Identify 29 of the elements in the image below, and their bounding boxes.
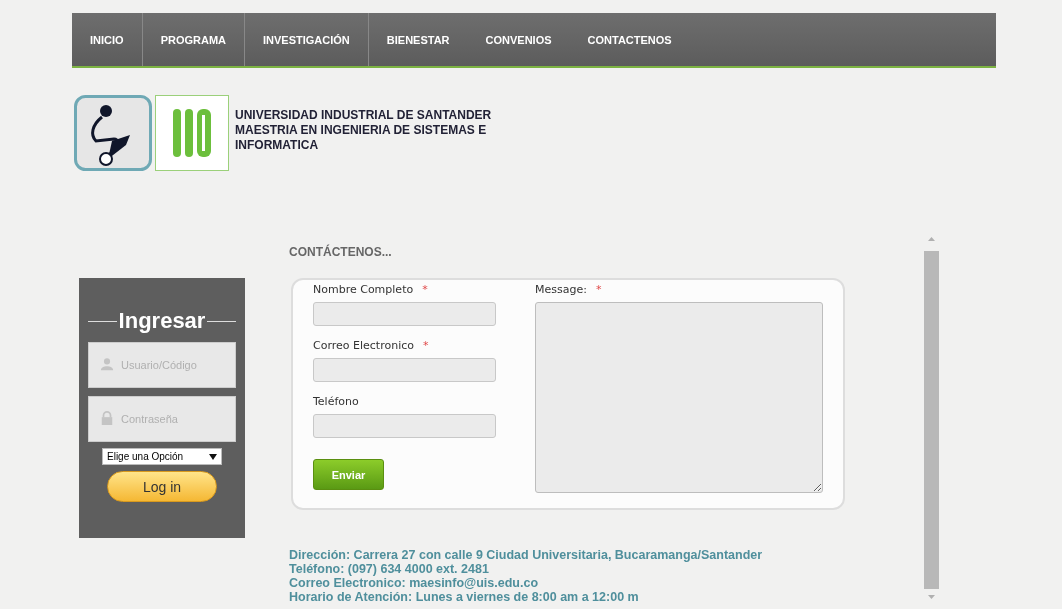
figure-logo-icon bbox=[74, 95, 152, 171]
site-title: UNIVERSIDAD INDUSTRIAL DE SANTANDER MAESTRIA EN INGENIERIA DE SISTEMAS E INFORMATICA bbox=[235, 108, 492, 153]
login-field[interactable]: Contraseña bbox=[88, 396, 236, 442]
nav-link[interactable]: CONTACTENOS bbox=[569, 13, 690, 66]
field-label: Teléfono bbox=[313, 395, 360, 410]
nav-link[interactable]: CONVENIOS bbox=[467, 13, 570, 66]
field-label: Nombre Completo * bbox=[313, 283, 429, 298]
option-select[interactable]: Elige una Opción bbox=[102, 448, 222, 465]
caret-icon bbox=[209, 453, 217, 460]
message-field[interactable] bbox=[535, 302, 823, 493]
uis-logo-icon bbox=[155, 95, 229, 171]
login-button[interactable]: Log in bbox=[107, 471, 217, 502]
input-field[interactable] bbox=[313, 358, 496, 382]
nav-link[interactable]: INVESTIGACIÓN bbox=[245, 13, 369, 66]
field-label: Message: * bbox=[535, 283, 603, 298]
contact-info-line: Horario de Atención: Lunes a viernes de 8:00 am a 12:00 m bbox=[289, 590, 640, 604]
contact-heading: CONTÁCTENOS... bbox=[289, 245, 393, 261]
nav-link[interactable]: PROGRAMA bbox=[142, 13, 245, 66]
input-field[interactable] bbox=[313, 414, 496, 438]
contact-info-line: Dirección: Carrera 27 con calle 9 Ciudad Universitaria, Bucaramanga/Santander bbox=[289, 548, 764, 562]
field-label: Correo Electronico * bbox=[313, 339, 430, 354]
input-field[interactable] bbox=[313, 302, 496, 326]
login-field[interactable]: Usuario/Código bbox=[88, 342, 236, 388]
nav-link[interactable]: BIENESTAR bbox=[368, 13, 468, 66]
contact-info-line: Teléfono: (097) 634 4000 ext. 2481 bbox=[289, 562, 490, 576]
scrollbar[interactable] bbox=[923, 235, 940, 601]
login-title: Ingresar bbox=[118, 308, 206, 334]
contact-info-line: Correo Electronico: maesinfo@uis.edu.co bbox=[289, 576, 540, 590]
nav-link[interactable]: INICIO bbox=[72, 13, 143, 66]
